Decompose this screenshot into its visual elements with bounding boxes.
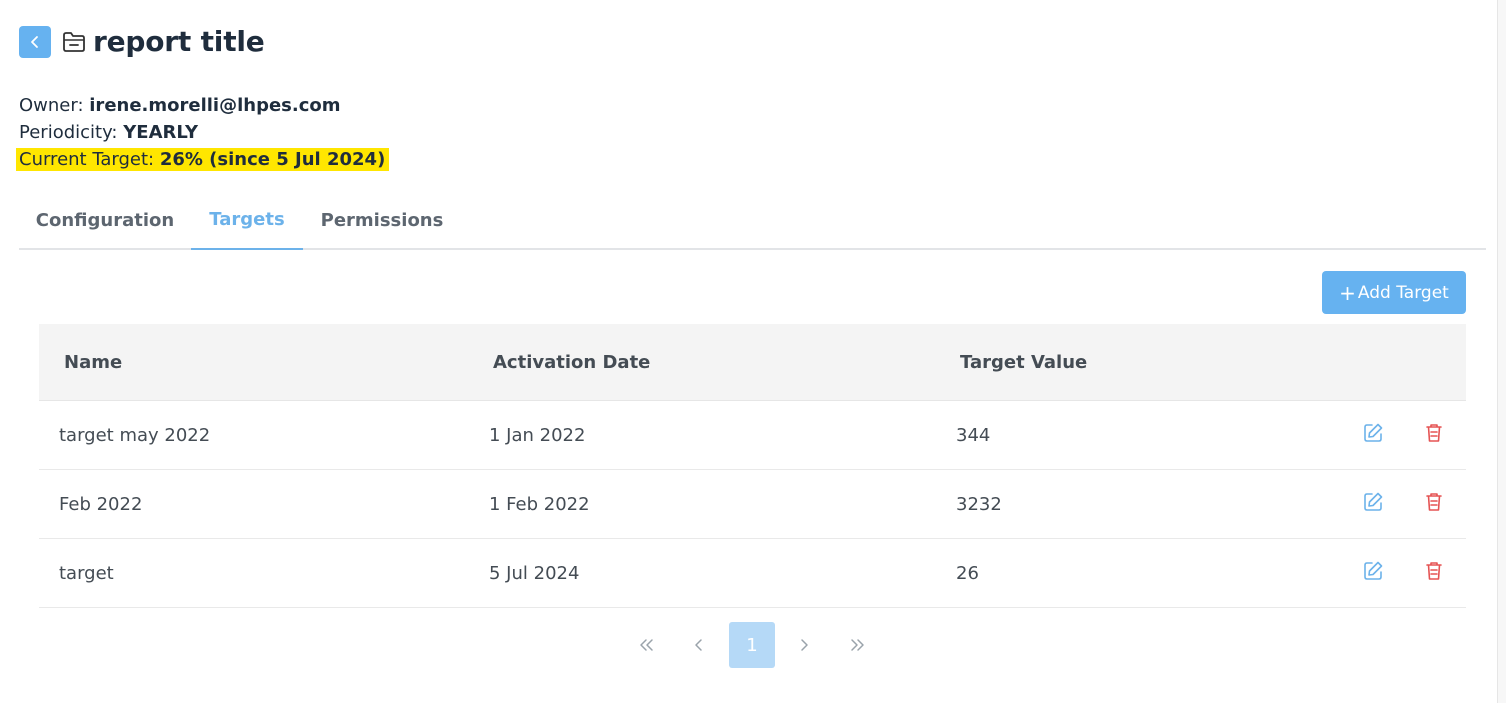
page-header: report title <box>19 25 265 58</box>
current-target-value: 26% (since 5 Jul 2024) <box>159 149 386 170</box>
last-page-icon[interactable] <box>834 622 880 668</box>
tab-configuration[interactable]: Configuration <box>19 190 191 250</box>
cell-name: Feb 2022 <box>59 494 143 515</box>
page-scroll-edge <box>1497 0 1506 703</box>
cell-activation-date: 1 Jan 2022 <box>489 425 586 446</box>
cell-activation-date: 1 Feb 2022 <box>489 494 590 515</box>
page-button-current[interactable]: 1 <box>729 622 775 668</box>
chevron-left-icon <box>31 35 38 48</box>
cell-target-value: 344 <box>956 425 991 446</box>
add-target-button[interactable]: + Add Target <box>1322 271 1466 314</box>
column-header-target-value[interactable]: Target Value <box>960 352 1087 373</box>
trash-icon[interactable] <box>1421 489 1447 515</box>
tab-targets[interactable]: Targets <box>191 190 303 250</box>
table-row: Feb 2022 1 Feb 2022 3232 <box>39 470 1466 539</box>
current-target-highlight: Current Target: 26% (since 5 Jul 2024) <box>16 148 390 171</box>
plus-icon: + <box>1339 280 1356 305</box>
cell-name: target may 2022 <box>59 425 211 446</box>
targets-table: Name Activation Date Target Value target… <box>39 324 1466 608</box>
column-header-activation-date[interactable]: Activation Date <box>493 352 650 373</box>
column-header-name[interactable]: Name <box>64 352 122 373</box>
periodicity-value: YEARLY <box>123 122 199 143</box>
previous-page-icon[interactable] <box>676 622 722 668</box>
first-page-icon[interactable] <box>624 622 670 668</box>
cell-name: target <box>59 563 114 584</box>
add-target-label: Add Target <box>1357 282 1449 303</box>
table-row: target 5 Jul 2024 26 <box>39 539 1466 608</box>
table-header: Name Activation Date Target Value <box>39 324 1466 401</box>
current-target-label: Current Target: <box>19 149 155 170</box>
pagination: 1 <box>0 622 1506 668</box>
folder-icon <box>61 29 87 55</box>
owner-line: Owner: irene.morelli@lhpes.com <box>19 92 389 119</box>
back-button[interactable] <box>19 25 51 58</box>
edit-icon[interactable] <box>1360 558 1386 584</box>
periodicity-label: Periodicity: <box>19 122 118 143</box>
periodicity-line: Periodicity: YEARLY <box>19 119 389 146</box>
table-row: target may 2022 1 Jan 2022 344 <box>39 401 1466 470</box>
report-meta: Owner: irene.morelli@lhpes.com Periodici… <box>16 92 390 173</box>
edit-icon[interactable] <box>1360 420 1386 446</box>
tab-permissions[interactable]: Permissions <box>303 190 461 250</box>
cell-activation-date: 5 Jul 2024 <box>489 563 580 584</box>
current-target-line: Current Target: 26% (since 5 Jul 2024) <box>16 146 390 173</box>
tab-bar: Configuration Targets Permissions <box>19 190 1486 250</box>
next-page-icon[interactable] <box>781 622 827 668</box>
cell-target-value: 3232 <box>956 494 1002 515</box>
cell-target-value: 26 <box>956 563 979 584</box>
trash-icon[interactable] <box>1421 420 1447 446</box>
owner-value: irene.morelli@lhpes.com <box>89 95 341 116</box>
trash-icon[interactable] <box>1421 558 1447 584</box>
owner-label: Owner: <box>19 95 84 116</box>
page-title: report title <box>93 25 265 58</box>
edit-icon[interactable] <box>1360 489 1386 515</box>
